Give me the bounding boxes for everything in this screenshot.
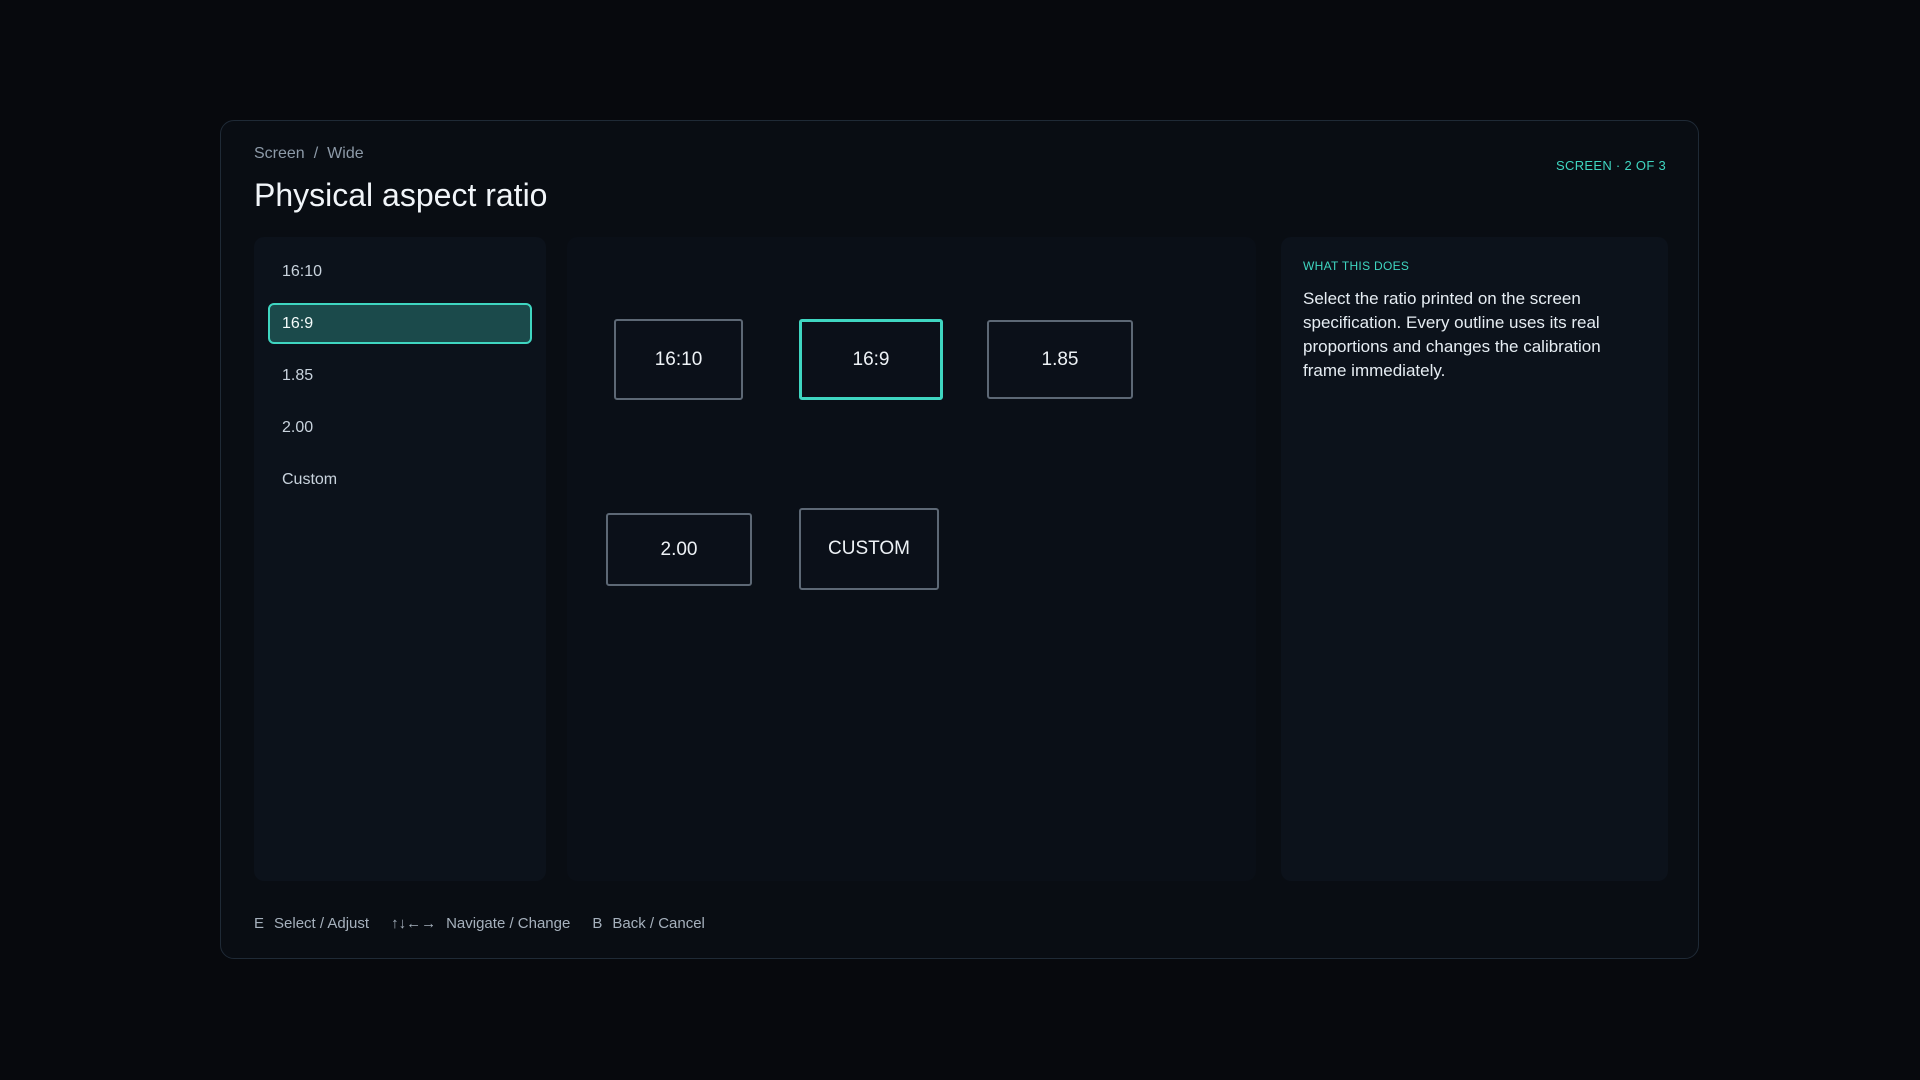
ratio-outline-label: 2.00 <box>660 538 698 560</box>
ratio-list-panel: 16:10 16:9 1.85 2.00 Custom <box>254 237 546 881</box>
arrow-keys-icon: ↑↓←→ <box>391 915 437 932</box>
ratio-outline-2-00[interactable]: 2.00 <box>606 513 752 586</box>
breadcrumb-separator: / <box>313 145 319 162</box>
hint-key: B <box>592 915 603 932</box>
page-title: Physical aspect ratio <box>254 177 548 213</box>
aspect-ratio-window: Screen / Wide Physical aspect ratio SCREEN… <box>220 120 1699 959</box>
hint-select: E Select / Adjust <box>254 915 369 932</box>
list-item-label: 2.00 <box>282 419 314 436</box>
info-panel: WHAT THIS DOES Select the ratio printed … <box>1281 237 1668 881</box>
ratio-outline-label: 16:10 <box>654 348 703 370</box>
info-description: Select the ratio printed on the screen s… <box>1303 289 1601 380</box>
ratio-outline-16-9[interactable]: 16:9 <box>799 319 943 400</box>
list-item-2-00[interactable]: 2.00 <box>268 407 532 448</box>
list-item-16-9[interactable]: 16:9 <box>268 303 532 344</box>
ratio-outline-label: 16:9 <box>852 348 890 370</box>
hint-back: B Back / Cancel <box>592 915 705 932</box>
hint-label: Back / Cancel <box>612 915 705 932</box>
list-item-label: Custom <box>282 471 338 488</box>
hint-navigate: ↑↓←→ Navigate / Change <box>391 915 570 932</box>
ratio-outline-label: CUSTOM <box>828 538 910 559</box>
ratio-outline-custom[interactable]: CUSTOM <box>799 508 939 590</box>
ratio-outline-label: 1.85 <box>1041 348 1079 370</box>
list-item-label: 16:9 <box>282 315 314 332</box>
hint-label: Navigate / Change <box>446 915 571 932</box>
list-item-label: 16:10 <box>282 263 323 280</box>
hint-key: E <box>254 915 265 932</box>
screen-step-indicator: SCREEN · 2 OF 3 <box>1556 158 1666 173</box>
info-heading: WHAT THIS DOES <box>1303 259 1410 273</box>
list-item-16-10[interactable]: 16:10 <box>268 251 532 292</box>
ratio-outline-1-85[interactable]: 1.85 <box>987 320 1133 399</box>
breadcrumb-current: Wide <box>327 145 364 162</box>
list-item-1-85[interactable]: 1.85 <box>268 355 532 396</box>
ratio-preview-panel: 16:10 16:9 1.85 2.00 CUSTOM <box>567 237 1256 881</box>
list-item-label: 1.85 <box>282 367 314 384</box>
breadcrumb: Screen / Wide <box>254 145 364 163</box>
hint-label: Select / Adjust <box>274 915 370 932</box>
controls-hint-bar: E Select / Adjust ↑↓←→ Navigate / Change… <box>254 915 727 932</box>
breadcrumb-parent[interactable]: Screen <box>254 145 305 162</box>
list-item-custom[interactable]: Custom <box>268 459 532 500</box>
ratio-outline-16-10[interactable]: 16:10 <box>614 319 743 400</box>
